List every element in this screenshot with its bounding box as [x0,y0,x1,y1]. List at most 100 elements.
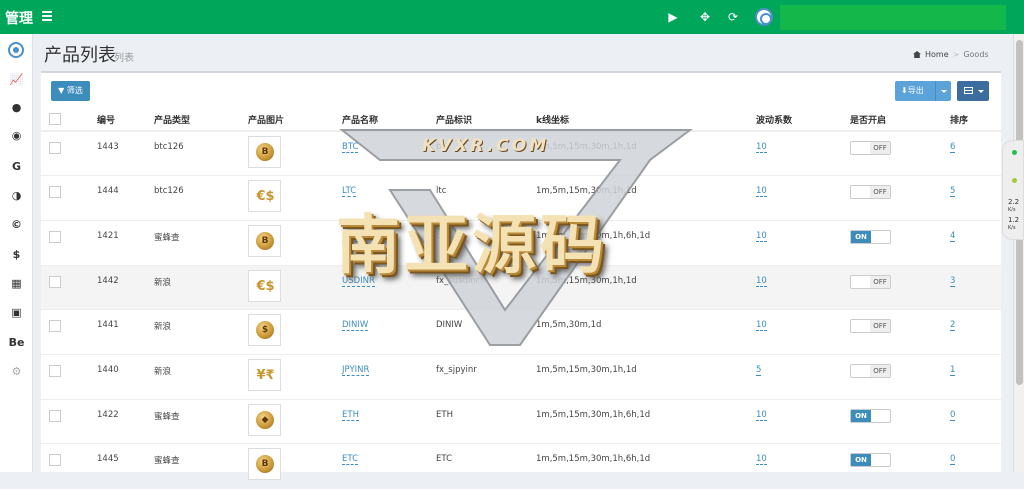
status-dot [1012,178,1017,183]
table-row[interactable]: 1422 蜜蜂查 ◆ ETH ETH 1m,5m,15m,30m,1h,6h,1d 10 ON… [41,398,1001,444]
chart-icon[interactable]: 📈 [0,72,33,88]
columns-button[interactable] [957,81,989,101]
row-checkbox[interactable] [49,142,61,154]
sort-link[interactable]: 1 [950,364,956,376]
row-checkbox[interactable] [49,275,61,288]
export-dropdown-icon[interactable] [935,81,951,101]
brand-logo[interactable]: 管理 [5,8,33,28]
column-header[interactable]: 编号 [97,109,154,132]
product-image[interactable]: B [248,224,281,257]
select-all-checkbox[interactable] [49,113,61,125]
dollar-icon[interactable]: $ [0,247,33,263]
table-header-row: 编号 产品类型 产品图片 产品名称 产品标识 k线坐标 波动系数 是否开启 排序 [41,109,1001,132]
table-row[interactable]: 1442 新浪 €$ USDINR fx_susdinr 1m,5m,15m,30m,1h… [41,264,1001,310]
circle-icon[interactable]: ◉ [0,128,33,144]
image-icon[interactable]: ▣ [0,305,33,321]
google-icon[interactable]: G [0,159,33,175]
cell-enabled: ON [850,398,950,444]
volatility-link[interactable]: 10 [756,454,767,466]
table-row[interactable]: 1441 新浪 $ DINIW DINIW 1m,5m,30m,1d 10 OFF 2 [41,309,1001,355]
enable-toggle[interactable]: OFF [850,363,891,378]
breadcrumb-current: Goods [963,50,989,59]
row-checkbox[interactable] [49,364,61,377]
settings-icon[interactable]: ⚙ [0,364,33,380]
volatility-link[interactable]: 10 [756,142,767,153]
product-image[interactable]: €$ [248,180,281,213]
table-row[interactable]: 1421 蜜蜂查 B BTC BTC 1m,5m,15m,30m,1h,6h,1d 10 ON… [41,219,1001,266]
sort-link[interactable]: 2 [950,320,956,332]
product-name-link[interactable]: ETC [342,454,358,466]
breadcrumb-home[interactable]: Home [925,50,949,59]
behance-icon[interactable]: Be [0,335,33,351]
scrollbar[interactable] [1013,34,1024,472]
user-icon[interactable]: ● [0,100,33,116]
product-image[interactable]: ◆ [248,403,281,436]
cell-code: btc [436,130,536,176]
cc-icon[interactable]: © [0,217,33,233]
sort-link[interactable]: 0 [950,409,956,421]
volatility-link[interactable]: 10 [756,275,767,287]
table-row[interactable]: 1445 蜜蜂查 B ETC ETC 1m,5m,15m,30m,1h,6h,1d 10 ON… [41,443,1001,489]
product-image[interactable]: €$ [248,269,281,302]
column-header[interactable]: 产品图片 [248,109,342,132]
enable-toggle[interactable]: ON [850,229,891,244]
enable-toggle[interactable]: ON [850,453,891,468]
column-header[interactable]: 产品标识 [436,109,536,132]
half-circle-icon[interactable]: ◑ [0,188,33,204]
table-row[interactable]: 1443 btc126 B BTC btc 1m,5m,15m,30m,1h,1d 10 OF… [41,130,1001,176]
product-image[interactable]: ¥₹ [248,358,281,391]
user-menu[interactable] [780,5,1006,30]
column-header[interactable]: 波动系数 [756,109,850,132]
cell-volatility: 10 [756,309,850,355]
enable-toggle[interactable]: OFF [850,141,891,155]
enable-toggle[interactable]: OFF [850,319,891,334]
volatility-link[interactable]: 10 [756,230,767,242]
row-checkbox[interactable] [49,409,61,422]
enable-toggle[interactable]: ON [850,408,891,423]
volatility-link[interactable]: 10 [756,409,767,421]
filter-button[interactable]: ▼ 筛选 [51,81,90,101]
row-checkbox[interactable] [49,230,61,243]
cell-code: BTC [436,219,536,266]
column-header[interactable]: 是否开启 [850,109,950,132]
calculator-icon[interactable]: ▦ [0,276,33,292]
sort-link[interactable]: 4 [950,230,956,242]
download-icon: ⬇ [901,86,908,95]
volatility-link[interactable]: 10 [756,186,767,198]
product-name-link[interactable]: ETH [342,409,359,421]
row-checkbox[interactable] [49,320,61,333]
menu-toggle-icon[interactable] [42,11,52,23]
product-image[interactable]: B [248,136,281,168]
table-row[interactable]: 1440 新浪 ¥₹ JPYINR fx_sjpyinr 1m,5m,15m,30m,1h… [41,353,1001,400]
export-button[interactable]: ⬇导出 [895,81,951,101]
product-name-link[interactable]: USDINR [342,275,375,287]
product-name-link[interactable]: DINIW [342,320,369,332]
sort-link[interactable]: 0 [950,454,956,466]
product-name-link[interactable]: BTC [342,142,359,153]
play-icon[interactable]: ▶ [666,10,680,24]
column-header[interactable]: 产品名称 [342,109,436,132]
product-image[interactable]: $ [248,314,281,347]
avatar[interactable] [755,8,773,26]
column-header[interactable]: 产品类型 [154,109,248,132]
row-checkbox[interactable] [49,186,61,199]
refresh-icon[interactable]: ⟳ [726,10,740,24]
column-header[interactable]: 排序 [950,109,1001,132]
enable-toggle[interactable]: OFF [850,274,891,289]
product-name-link[interactable]: BTC [342,230,359,242]
product-name-link[interactable]: JPYINR [342,364,370,376]
product-name-link[interactable]: LTC [342,186,357,198]
enable-toggle[interactable]: OFF [850,185,891,200]
sort-link[interactable]: 3 [950,275,956,287]
sort-link[interactable]: 6 [950,142,956,153]
volatility-link[interactable]: 5 [756,364,762,376]
volatility-link[interactable]: 10 [756,320,767,332]
column-header[interactable]: k线坐标 [536,109,756,132]
fullscreen-icon[interactable]: ✥ [698,10,712,24]
product-image[interactable]: B [248,448,281,481]
table-row[interactable]: 1444 btc126 €$ LTC ltc 1m,5m,15m,30m,1h,1d 10 O… [41,175,1001,221]
row-checkbox[interactable] [49,454,61,467]
sort-link[interactable]: 5 [950,186,956,198]
cell-image: €$ [248,264,342,310]
logo-icon[interactable] [8,42,24,58]
